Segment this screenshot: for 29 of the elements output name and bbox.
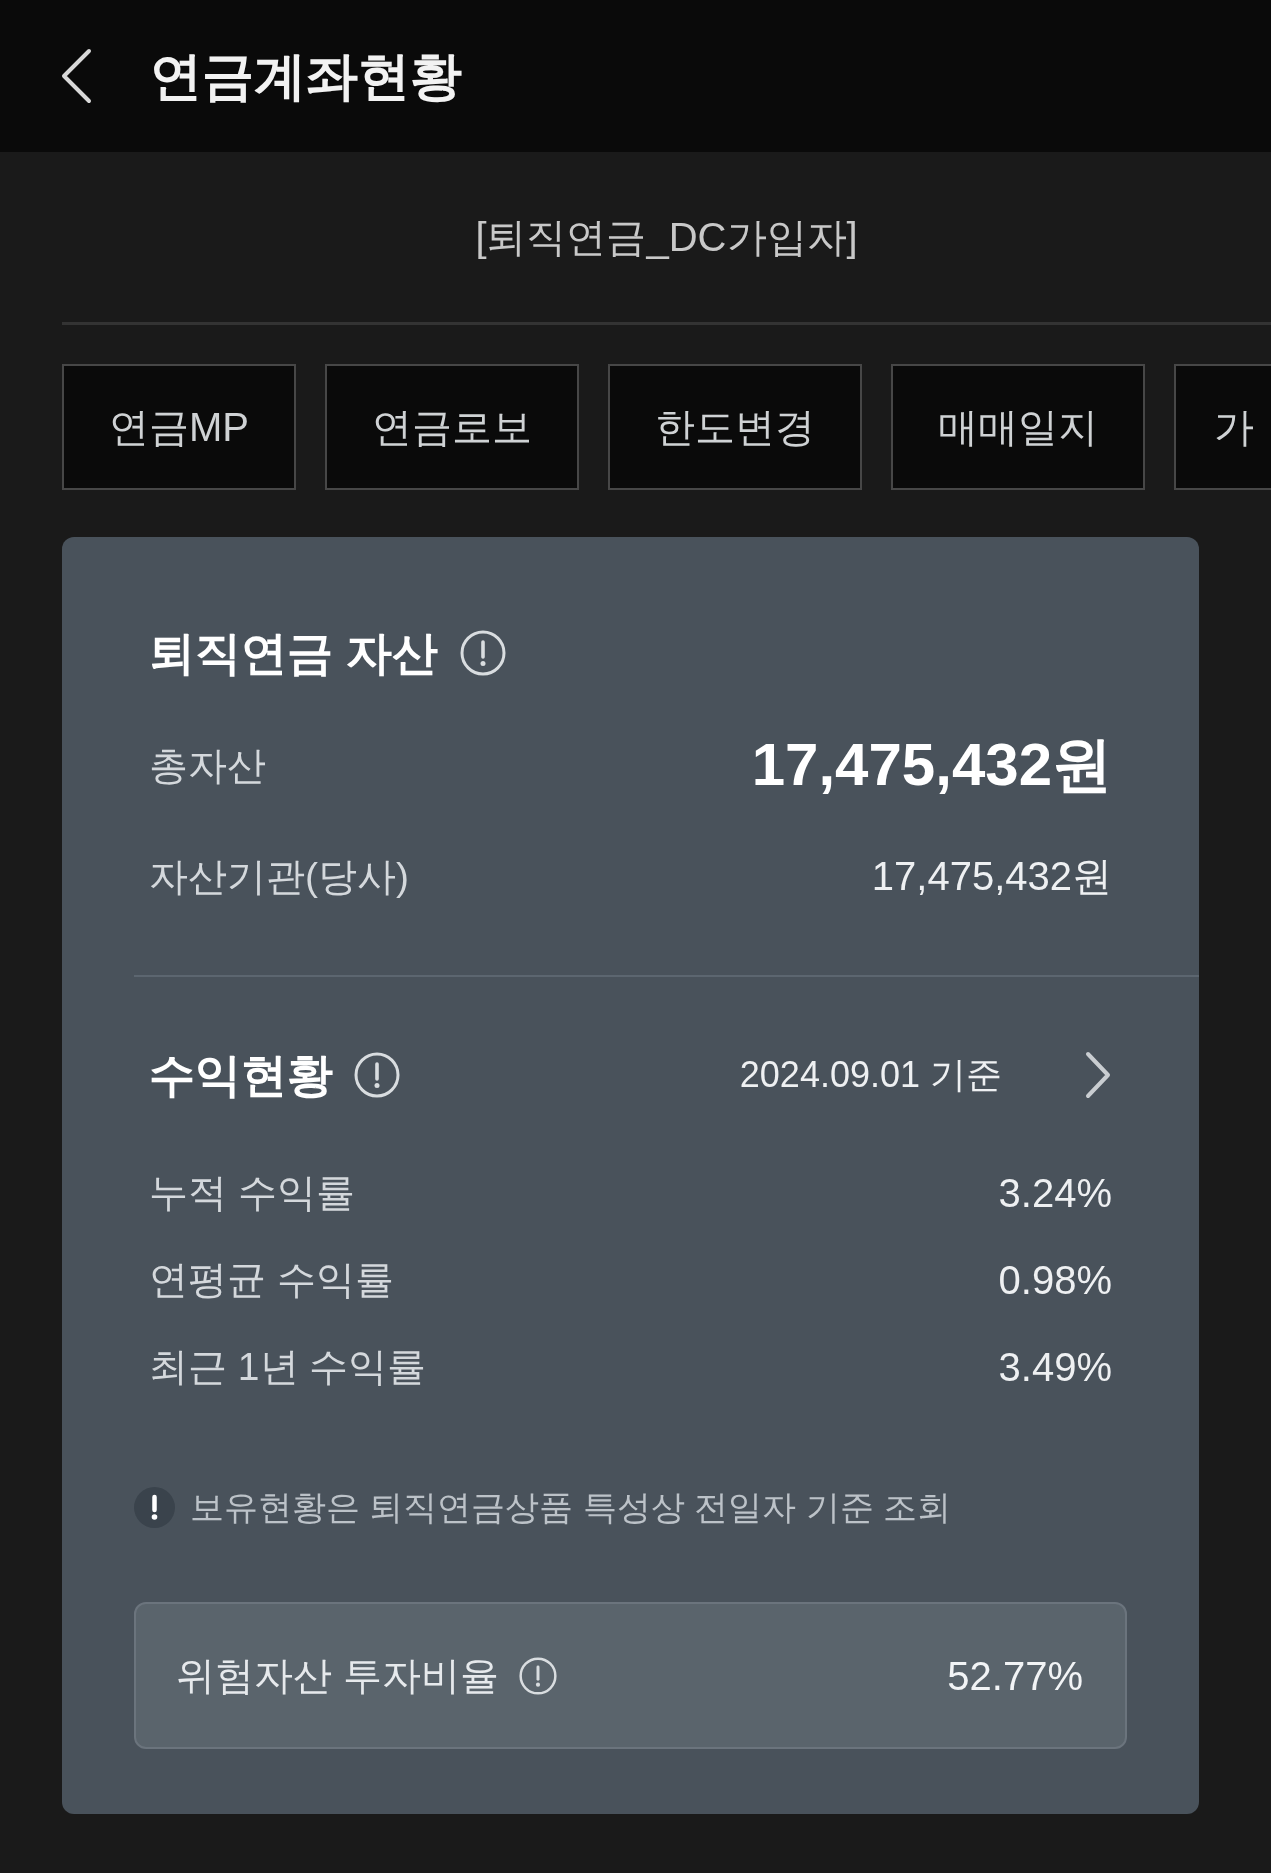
plan-label: [퇴직연금_DC가입자] xyxy=(475,217,858,257)
risk-ratio-label: 위험자산 투자비율 xyxy=(176,1656,499,1695)
menu-button[interactable]: 한도변경 xyxy=(608,364,862,490)
section-title: 퇴직연금 자산 xyxy=(149,630,438,676)
risk-ratio-value: 52.77% xyxy=(947,1655,1083,1696)
back-icon[interactable] xyxy=(60,48,92,104)
menu-button[interactable]: 연금MP xyxy=(62,364,296,490)
menu-button[interactable]: 매매일지 xyxy=(891,364,1145,490)
as-of-date: 2024.09.01 기준 xyxy=(739,1057,1002,1093)
notice-icon xyxy=(134,1486,175,1528)
asset-label: 자산기관(당사) xyxy=(149,856,409,896)
return-label: 누적 수익률 xyxy=(149,1173,355,1212)
menu-button[interactable]: 가 xyxy=(1174,364,1271,490)
info-icon[interactable] xyxy=(518,1656,557,1695)
return-label: 최근 1년 수익률 xyxy=(149,1347,427,1386)
asset-value: 17,475,432원 xyxy=(871,856,1112,896)
return-value: 3.49% xyxy=(998,1346,1112,1387)
menu-button[interactable]: 연금로보 xyxy=(325,364,579,490)
return-label: 연평균 수익률 xyxy=(149,1260,394,1299)
asset-label: 총자산 xyxy=(149,745,266,785)
section-title: 수익현황 xyxy=(149,1052,333,1098)
notice-text: 보유현황은 퇴직연금상품 특성상 전일자 기준 조회 xyxy=(190,1490,952,1524)
info-icon[interactable] xyxy=(459,630,506,676)
return-value: 0.98% xyxy=(998,1259,1112,1300)
info-icon[interactable] xyxy=(354,1052,400,1098)
page-title: 연금계좌현황 xyxy=(150,50,462,102)
return-value: 3.24% xyxy=(998,1172,1112,1213)
total-assets-value: 17,475,432원 xyxy=(751,735,1112,795)
chevron-right-icon[interactable] xyxy=(1084,1050,1112,1100)
